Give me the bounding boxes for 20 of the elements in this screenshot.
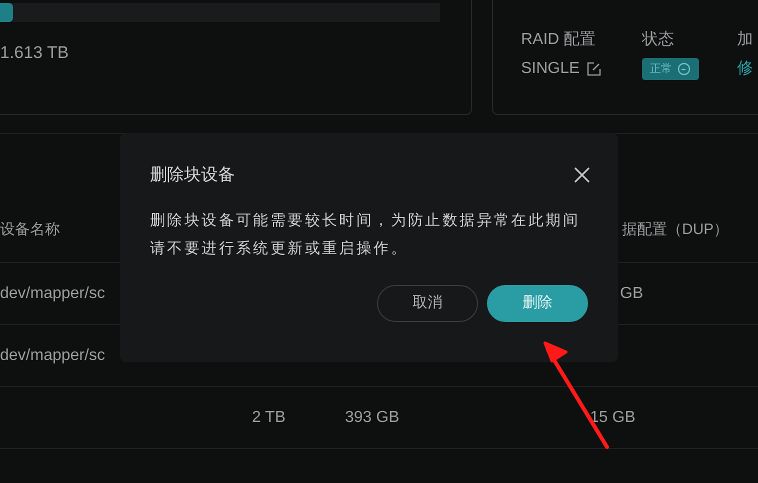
column-header: 据配置（DUP） (622, 220, 729, 238)
status-badge: 正常 (642, 58, 699, 80)
table-cell: 15 GB (590, 408, 636, 426)
field-value: SINGLE (521, 59, 580, 79)
table-cell: 2 TB (252, 408, 286, 426)
field-label: 加 (737, 30, 754, 50)
table-cell: dev/mapper/sc (0, 346, 105, 364)
table-cell: dev/mapper/sc (0, 284, 105, 302)
field-link[interactable]: 修 (737, 57, 753, 81)
field-label: 状态 (642, 30, 675, 50)
dialog-message: 删除块设备可能需要较长时间，为防止数据异常在此期间请不要进行系统更新或重启操作。 (150, 211, 581, 259)
used-capacity: 1.613 TB (0, 42, 69, 64)
cancel-button[interactable]: 取消 (377, 285, 478, 322)
table-cell: GB (620, 284, 644, 302)
field-label: RAID 配置 (521, 30, 597, 50)
close-icon[interactable] (574, 167, 590, 183)
edit-icon[interactable] (586, 61, 602, 77)
table-cell: 393 GB (345, 408, 400, 426)
dialog-title: 删除块设备 (150, 164, 235, 186)
column-header: 设备名称 (0, 220, 60, 238)
